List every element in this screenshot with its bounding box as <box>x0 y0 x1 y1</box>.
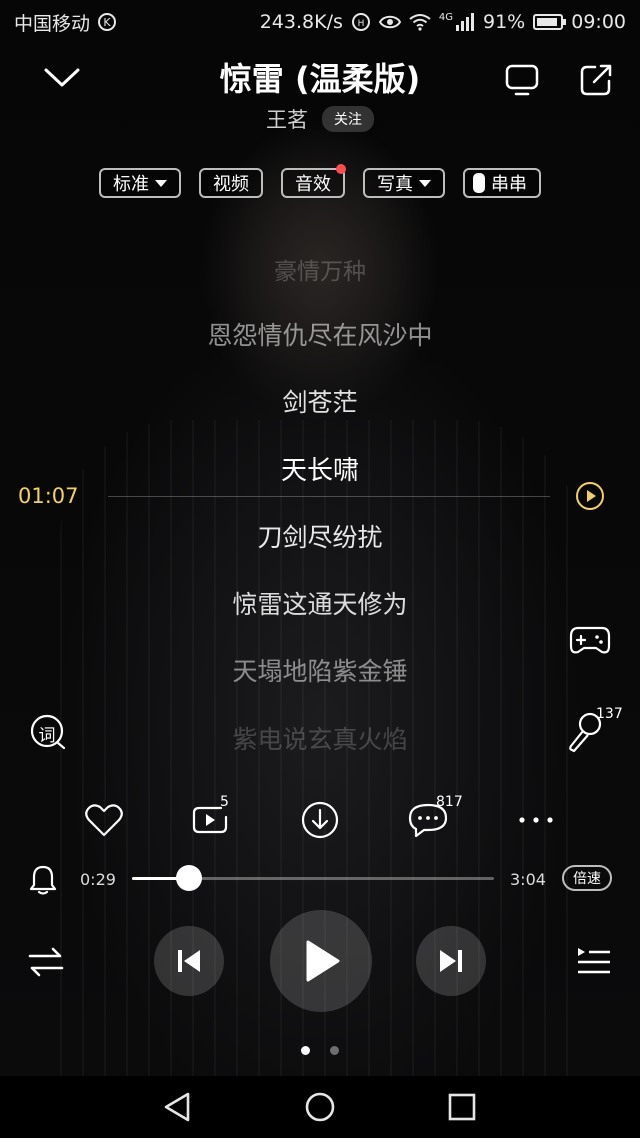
carrier-name: 中国移动 <box>14 12 91 35</box>
sound-effect-chip[interactable]: 音效 <box>281 164 346 198</box>
page-indicator <box>0 1046 640 1055</box>
more-button[interactable] <box>508 792 564 848</box>
back-triangle-icon <box>164 1092 190 1122</box>
heart-icon <box>85 804 123 837</box>
lyric-line: 天塌地陷紫金锤 <box>232 657 408 686</box>
speed-button[interactable]: 倍速 <box>562 865 612 891</box>
lyric-seek-time: 01:07 <box>18 484 79 508</box>
network-speed: 243.8K/s <box>259 11 343 33</box>
caret-down-icon <box>155 179 167 187</box>
download-icon <box>301 801 339 839</box>
sequential-mode-icon <box>28 947 64 977</box>
next-button[interactable] <box>416 926 486 996</box>
duration-time: 3:04 <box>510 870 546 889</box>
karaoke-count: 137 <box>596 706 623 722</box>
clock: 09:00 <box>571 11 626 33</box>
battery-percent: 91% <box>483 11 526 33</box>
playlist-button[interactable] <box>576 944 612 980</box>
lyric-line: 刀剑尽纷扰 <box>257 523 383 552</box>
page-dot-active[interactable] <box>301 1046 310 1055</box>
play-from-here-button[interactable] <box>576 482 604 510</box>
comment-button[interactable]: 817 <box>400 792 463 848</box>
lyric-line: 紫电说玄真火焰 <box>232 725 408 754</box>
status-bar: 中国移动 K 243.8K/s H 4G 91% 09:00 <box>0 0 640 44</box>
skip-next-icon <box>440 950 462 972</box>
toggle-pill-icon <box>473 173 485 193</box>
collapse-button[interactable] <box>40 58 84 98</box>
previous-button[interactable] <box>154 926 224 996</box>
lyric-tools-button[interactable]: 词 <box>28 712 68 752</box>
song-title: 惊雷 (温柔版) <box>219 60 421 98</box>
recents-button[interactable] <box>444 1090 480 1124</box>
share-button[interactable] <box>574 58 618 102</box>
play-icon <box>306 940 340 982</box>
home-circle-icon <box>305 1092 335 1122</box>
seek-guide-line <box>108 496 550 497</box>
mv-button[interactable]: 5 <box>182 792 238 848</box>
like-button[interactable] <box>76 792 132 848</box>
notification-dot <box>336 164 346 174</box>
photo-chip-label: 写真 <box>377 174 413 195</box>
battery-icon <box>533 14 567 30</box>
lyric-line: 恩怨情仇尽在风沙中 <box>207 321 433 350</box>
action-row: 5 817 <box>0 792 640 848</box>
svg-text:H: H <box>357 19 364 29</box>
caret-down-icon <box>419 179 431 187</box>
chevron-down-icon <box>44 68 80 87</box>
elapsed-time: 0:29 <box>80 870 116 889</box>
play-mode-button[interactable] <box>26 944 66 980</box>
mode-chips: 标准 视频 音效 写真 串串 <box>0 164 640 198</box>
ringtone-button[interactable] <box>28 864 58 896</box>
tv-icon <box>505 64 539 96</box>
video-chip-label: 视频 <box>213 174 249 195</box>
eye-icon <box>378 15 401 29</box>
share-icon <box>580 64 612 96</box>
skip-previous-icon <box>178 950 200 972</box>
playback-controls <box>0 910 640 1012</box>
progress-row: 0:29 3:04 倍速 <box>0 858 640 900</box>
download-button[interactable] <box>292 792 348 848</box>
mv-count: 5 <box>220 794 229 810</box>
playlist-icon <box>578 948 610 974</box>
network-type: 4G <box>438 11 453 23</box>
more-dots-icon <box>519 817 553 823</box>
cast-button[interactable] <box>500 58 544 102</box>
karaoke-button[interactable]: 137 <box>566 706 623 754</box>
follow-button[interactable]: 关注 <box>322 106 374 132</box>
comment-count: 817 <box>436 794 463 810</box>
play-button[interactable] <box>270 910 372 1012</box>
lyric-line: 惊雷这通天修为 <box>232 590 408 619</box>
gamepad-icon <box>569 626 611 654</box>
player-header: 惊雷 (温柔版) 王茗 关注 <box>0 44 640 144</box>
progress-knob[interactable] <box>176 865 203 891</box>
game-button[interactable] <box>568 622 612 658</box>
home-button[interactable] <box>302 1090 338 1124</box>
system-nav-bar <box>0 1076 640 1138</box>
video-chip[interactable]: 视频 <box>199 168 263 198</box>
carrier-badge-icon: K <box>98 13 117 31</box>
quality-chip-label: 标准 <box>113 174 149 195</box>
chuanchuan-chip-label: 串串 <box>491 174 527 195</box>
quality-chip[interactable]: 标准 <box>99 168 181 198</box>
artist-name[interactable]: 王茗 <box>266 104 308 134</box>
sound-effect-chip-label: 音效 <box>295 174 331 195</box>
wifi-icon <box>409 14 431 31</box>
lyric-seek-line: 01:07 <box>0 482 640 512</box>
progress-slider[interactable] <box>132 865 494 891</box>
signal-icon <box>456 13 474 31</box>
lyric-line: 剑苍茫 <box>282 388 358 417</box>
recents-square-icon <box>448 1093 476 1121</box>
hd-voice-icon: H <box>351 13 370 31</box>
lyric-line: 豪情万种 <box>274 259 366 285</box>
chuanchuan-chip[interactable]: 串串 <box>463 168 541 198</box>
photo-chip[interactable]: 写真 <box>363 168 445 198</box>
lyrics-icon-label: 词 <box>38 726 56 746</box>
bell-icon <box>29 865 57 895</box>
page-dot[interactable] <box>330 1046 339 1055</box>
back-button[interactable] <box>160 1090 196 1124</box>
